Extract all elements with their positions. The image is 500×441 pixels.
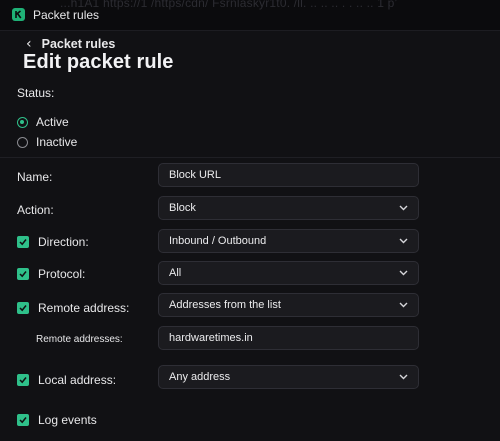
name-label: Name: (17, 170, 53, 184)
checkbox-checked-icon (17, 374, 29, 386)
status-inactive-label: Inactive (36, 135, 78, 149)
chevron-left-icon: ‹ (26, 36, 32, 52)
protocol-checkbox[interactable]: Protocol: (17, 267, 85, 281)
remote-address-value: Addresses from the list (169, 299, 281, 311)
status-active-radio[interactable]: Active (17, 115, 69, 129)
divider (0, 157, 500, 158)
local-address-checkbox[interactable]: Local address: (17, 373, 116, 387)
action-value: Block (169, 202, 196, 214)
chevron-down-icon (399, 270, 408, 276)
checkbox-checked-icon (17, 236, 29, 248)
status-active-label: Active (36, 115, 69, 129)
checkbox-checked-icon (17, 414, 29, 426)
name-value: Block URL (169, 169, 221, 181)
remote-addresses-label: Remote addresses: (36, 334, 123, 345)
log-events-checkbox[interactable]: Log events (17, 413, 97, 427)
kaspersky-k-icon (12, 8, 25, 21)
protocol-select[interactable]: All (158, 261, 419, 285)
direction-label: Direction: (38, 235, 89, 249)
back-label: Packet rules (41, 37, 116, 51)
local-address-label: Local address: (38, 373, 117, 387)
log-events-label: Log events (38, 413, 97, 427)
checkbox-checked-icon (17, 268, 29, 280)
radio-checked-icon (17, 116, 28, 128)
remote-address-label: Remote address: (38, 301, 130, 315)
checkbox-checked-icon (17, 302, 29, 314)
protocol-value: All (169, 267, 182, 279)
name-input[interactable]: Block URL (158, 163, 419, 187)
action-select[interactable]: Block (158, 196, 419, 220)
status-label: Status: (17, 86, 55, 100)
chevron-down-icon (399, 374, 408, 380)
protocol-label: Protocol: (38, 267, 86, 281)
back-button[interactable]: ‹ Packet rules (26, 36, 115, 52)
background-window-text: ...h1A1 https://1 /https/cdn/ Fsrnlaskyr… (60, 0, 398, 10)
remote-addresses-input[interactable]: hardwaretimes.in (158, 326, 419, 350)
direction-select[interactable]: Inbound / Outbound (158, 229, 419, 253)
remote-addresses-value: hardwaretimes.in (169, 332, 253, 344)
chevron-down-icon (399, 238, 408, 244)
chevron-down-icon (399, 302, 408, 308)
status-inactive-radio[interactable]: Inactive (17, 135, 77, 149)
direction-value: Inbound / Outbound (169, 235, 267, 247)
direction-checkbox[interactable]: Direction: (17, 235, 89, 249)
remote-address-select[interactable]: Addresses from the list (158, 293, 419, 317)
local-address-select[interactable]: Any address (158, 365, 419, 389)
title-bar: ...h1A1 https://1 /https/cdn/ Fsrnlaskyr… (0, 0, 500, 31)
chevron-down-icon (399, 205, 408, 211)
page-title: Edit packet rule (23, 51, 174, 73)
remote-address-checkbox[interactable]: Remote address: (17, 301, 129, 315)
window-title: Packet rules (33, 8, 100, 22)
local-address-value: Any address (169, 371, 231, 383)
action-label: Action: (17, 203, 54, 217)
radio-unchecked-icon (17, 136, 28, 148)
